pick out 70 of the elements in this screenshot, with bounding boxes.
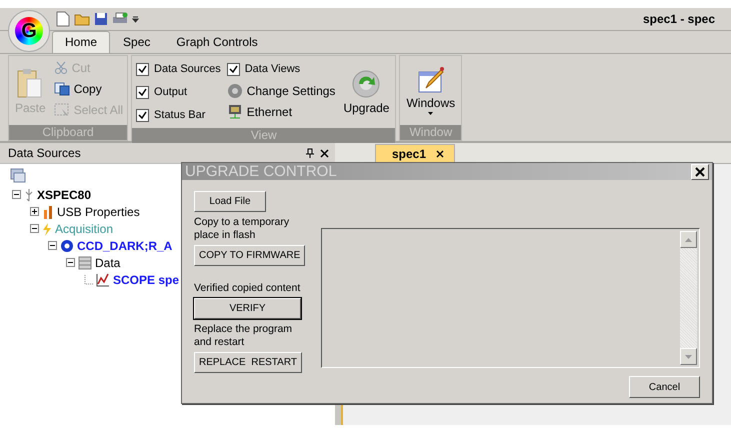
- checkbox[interactable]: [136, 86, 150, 98]
- tree-item[interactable]: USB Properties: [57, 204, 140, 218]
- group-label: Clipboard: [9, 125, 128, 140]
- ribbon-button[interactable]: Windows: [404, 64, 458, 117]
- ribbon-tab[interactable]: Graph Controls: [163, 31, 271, 53]
- chart-icon: [96, 272, 110, 286]
- check-icon: [138, 110, 148, 120]
- dropdown-caret-icon[interactable]: [132, 15, 139, 23]
- instruction-text: Replace the program and restart: [194, 323, 294, 349]
- action-button[interactable]: COPY TO FIRMWARE: [194, 245, 306, 266]
- group-label: View: [132, 128, 396, 143]
- action-button[interactable]: VERIFY: [194, 298, 301, 319]
- group-label: Window: [400, 125, 462, 140]
- ribbon-tab[interactable]: Home: [52, 31, 110, 53]
- instruction-text: Copy to a temporary place in flash: [194, 216, 290, 242]
- panel-title: Data Sources: [8, 146, 81, 160]
- action-button[interactable]: REPLACE RESTART: [194, 352, 302, 373]
- check-icon: [138, 88, 148, 96]
- checkbox[interactable]: [226, 62, 240, 76]
- tree-item[interactable]: Data: [95, 256, 120, 270]
- ribbon-button[interactable]: Change Settings: [226, 82, 336, 100]
- copy-icon: [54, 82, 70, 96]
- close-icon: [695, 166, 705, 176]
- ribbon-tab[interactable]: Spec: [110, 31, 164, 53]
- close-icon: [436, 150, 444, 158]
- action-button[interactable]: Load File: [194, 191, 266, 212]
- cancel-button[interactable]: Cancel: [629, 376, 700, 398]
- folder-icon[interactable]: [74, 12, 90, 26]
- checkbox-label: Data Views: [244, 63, 300, 75]
- minus-icon: [14, 192, 19, 197]
- window-title: spec1 - spec: [642, 12, 715, 26]
- minus-icon: [32, 226, 37, 231]
- minus-icon: [68, 260, 73, 265]
- tree-item[interactable]: XSPEC80: [37, 188, 92, 202]
- instruction-text: Verified copied content: [194, 282, 302, 295]
- ribbon-button[interactable]: Copy: [54, 80, 124, 98]
- expand-toggle[interactable]: [30, 224, 39, 233]
- expand-toggle[interactable]: [48, 241, 57, 250]
- close-icon[interactable]: [320, 148, 329, 158]
- expand-toggle[interactable]: [30, 207, 39, 216]
- checkbox[interactable]: [136, 62, 150, 76]
- checkbox[interactable]: [136, 108, 150, 122]
- pin-icon[interactable]: [306, 148, 314, 158]
- close-button[interactable]: [691, 164, 709, 180]
- scissors-icon: [54, 61, 68, 75]
- ribbon-button[interactable]: Upgrade: [341, 67, 392, 117]
- caret-icon: [428, 112, 434, 115]
- ribbon-button[interactable]: Ethernet: [226, 103, 336, 121]
- tree-item[interactable]: SCOPE spe: [113, 272, 180, 286]
- checkbox-label: Status Bar: [154, 109, 206, 121]
- check-icon: [228, 64, 238, 74]
- plus-icon: [32, 209, 37, 214]
- gear-refresh-icon: [351, 69, 382, 99]
- tree-item[interactable]: CCD_DARK;R_A: [77, 238, 172, 252]
- check-icon: [138, 64, 148, 74]
- dialog-title: UPGRADE CONTROL: [185, 163, 337, 180]
- printer-icon[interactable]: [112, 12, 128, 26]
- minus-icon: [50, 243, 55, 248]
- network-computer-icon: [226, 104, 243, 120]
- select-all-icon: [54, 103, 70, 117]
- clipboard-icon: [17, 66, 44, 98]
- checkbox-label: Data Sources: [154, 63, 221, 75]
- checkbox-label: Output: [154, 86, 188, 98]
- window-pencil-icon: [416, 66, 445, 94]
- document-tab[interactable]: spec1: [375, 144, 456, 163]
- new-page-icon[interactable]: [56, 11, 70, 27]
- tree-connector-icon: [84, 274, 93, 284]
- expand-toggle[interactable]: [12, 190, 21, 199]
- expand-toggle[interactable]: [66, 258, 75, 267]
- lightning-icon: [42, 222, 52, 236]
